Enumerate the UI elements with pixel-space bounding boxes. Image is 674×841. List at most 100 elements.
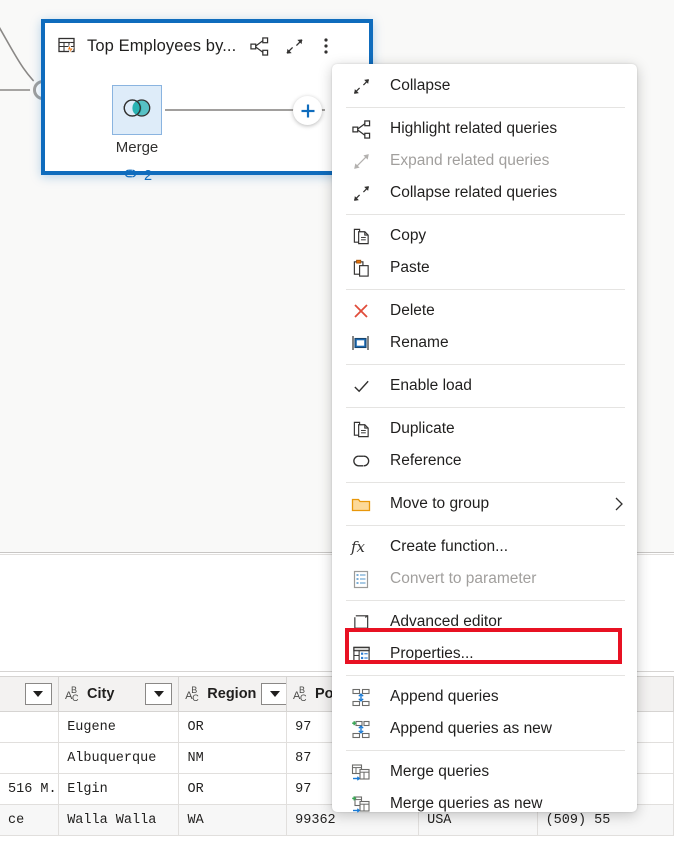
chevron-right-icon	[613, 496, 625, 512]
rename-icon	[346, 332, 376, 354]
merge-queries-icon	[346, 761, 376, 783]
menu-item-properties[interactable]: Properties...	[332, 638, 637, 670]
collapse-icon	[346, 75, 376, 97]
add-step-button[interactable]	[293, 96, 322, 125]
plus-icon	[300, 103, 316, 119]
highlight-related-icon	[346, 118, 376, 140]
menu-item-collapse[interactable]: Collapse	[332, 70, 637, 102]
cell: OR	[179, 774, 287, 804]
cell: Albuquerque	[59, 743, 179, 773]
menu-item-collapse-related-queries[interactable]: Collapse related queries	[332, 177, 637, 209]
cell	[0, 712, 59, 742]
step-merge-linked-badge[interactable]: 2	[75, 167, 199, 184]
cell: Elgin	[59, 774, 179, 804]
menu-item-rename[interactable]: Rename	[332, 327, 637, 359]
more-options-icon[interactable]	[323, 36, 329, 56]
menu-item-create-function[interactable]: fx Create function...	[332, 531, 637, 563]
cell: 516 M...	[0, 774, 59, 804]
menu-item-label: Delete	[390, 302, 435, 320]
menu-item-label: Enable load	[390, 377, 472, 395]
menu-item-label: Highlight related queries	[390, 120, 557, 138]
menu-item-expand-related-queries: Expand related queries	[332, 145, 637, 177]
highlight-related-queries-icon[interactable]	[250, 37, 269, 56]
text-type-icon: ABC	[293, 687, 310, 702]
menu-item-merge-queries[interactable]: Merge queries	[332, 756, 637, 788]
chevron-down-icon	[270, 691, 280, 697]
menu-item-label: Append queries	[390, 688, 499, 706]
duplicate-icon	[346, 418, 376, 440]
query-node-title: Top Employees by...	[87, 37, 236, 56]
menu-item-label: Convert to parameter	[390, 570, 536, 588]
checkmark-icon	[346, 375, 376, 397]
menu-divider	[346, 107, 625, 108]
merge-venn-icon	[121, 97, 153, 124]
menu-item-convert-to-parameter: Convert to parameter	[332, 563, 637, 595]
menu-item-label: Expand related queries	[390, 152, 549, 170]
column-filter-button-0[interactable]	[25, 683, 52, 705]
step-merge-label: Merge	[75, 139, 199, 156]
query-node-body: Merge 2	[45, 69, 369, 171]
menu-item-append-queries[interactable]: Append queries	[332, 681, 637, 713]
properties-icon	[346, 643, 376, 665]
menu-item-copy[interactable]: Copy	[332, 220, 637, 252]
menu-divider	[346, 600, 625, 601]
text-type-icon: ABC	[65, 687, 82, 702]
folder-icon	[346, 493, 376, 515]
append-queries-new-icon	[346, 718, 376, 740]
menu-item-merge-queries-as-new[interactable]: Merge queries as new	[332, 788, 637, 820]
menu-item-label: Merge queries	[390, 763, 489, 781]
menu-item-move-to-group[interactable]: Move to group	[332, 488, 637, 520]
link-icon	[122, 167, 139, 184]
chevron-down-icon	[33, 691, 43, 697]
menu-item-label: Create function...	[390, 538, 508, 556]
menu-item-duplicate[interactable]: Duplicate	[332, 413, 637, 445]
merge-queries-new-icon	[346, 793, 376, 815]
query-node-card[interactable]: Top Employees by...	[41, 19, 373, 175]
append-queries-icon	[346, 686, 376, 708]
table-lightning-icon	[57, 35, 79, 57]
text-type-icon: ABC	[185, 687, 202, 702]
menu-divider	[346, 525, 625, 526]
svg-text:fx: fx	[350, 538, 366, 556]
menu-item-label: Append queries as new	[390, 720, 552, 738]
collapse-icon[interactable]	[285, 37, 304, 56]
menu-divider	[346, 407, 625, 408]
step-merge[interactable]	[112, 85, 162, 135]
menu-item-label: Copy	[390, 227, 426, 245]
menu-item-label: Advanced editor	[390, 613, 502, 631]
menu-item-reference[interactable]: Reference	[332, 445, 637, 477]
cell: WA	[179, 805, 287, 835]
query-node-header: Top Employees by...	[45, 23, 369, 69]
menu-divider	[346, 214, 625, 215]
menu-item-append-queries-as-new[interactable]: Append queries as new	[332, 713, 637, 745]
menu-item-advanced-editor[interactable]: Advanced editor	[332, 606, 637, 638]
parameter-icon	[346, 568, 376, 590]
grid-column-header-0[interactable]	[0, 677, 59, 711]
menu-divider	[346, 289, 625, 290]
menu-item-label: Rename	[390, 334, 449, 352]
menu-item-label: Collapse related queries	[390, 184, 557, 202]
menu-item-label: Reference	[390, 452, 462, 470]
menu-item-paste[interactable]: Paste	[332, 252, 637, 284]
chevron-down-icon	[154, 691, 164, 697]
query-context-menu[interactable]: Collapse Highlight related queries Expan…	[332, 64, 637, 812]
grid-column-header-region[interactable]: ABC Region	[179, 677, 287, 711]
reference-link-icon	[346, 450, 376, 472]
cell: ce	[0, 805, 59, 835]
menu-item-label: Properties...	[390, 645, 474, 663]
menu-item-enable-load[interactable]: Enable load	[332, 370, 637, 402]
cell	[0, 743, 59, 773]
paste-icon	[346, 257, 376, 279]
menu-item-label: Merge queries as new	[390, 795, 543, 813]
menu-item-label: Move to group	[390, 495, 489, 513]
advanced-editor-icon	[346, 611, 376, 633]
column-filter-button-city[interactable]	[145, 683, 172, 705]
cell: NM	[179, 743, 287, 773]
menu-item-highlight-related-queries[interactable]: Highlight related queries	[332, 113, 637, 145]
grid-column-header-city[interactable]: ABC City	[59, 677, 179, 711]
menu-item-label: Duplicate	[390, 420, 455, 438]
step-merge-linked-count: 2	[144, 168, 152, 184]
collapse-related-icon	[346, 182, 376, 204]
menu-item-delete[interactable]: Delete	[332, 295, 637, 327]
column-filter-button-region[interactable]	[261, 683, 287, 705]
